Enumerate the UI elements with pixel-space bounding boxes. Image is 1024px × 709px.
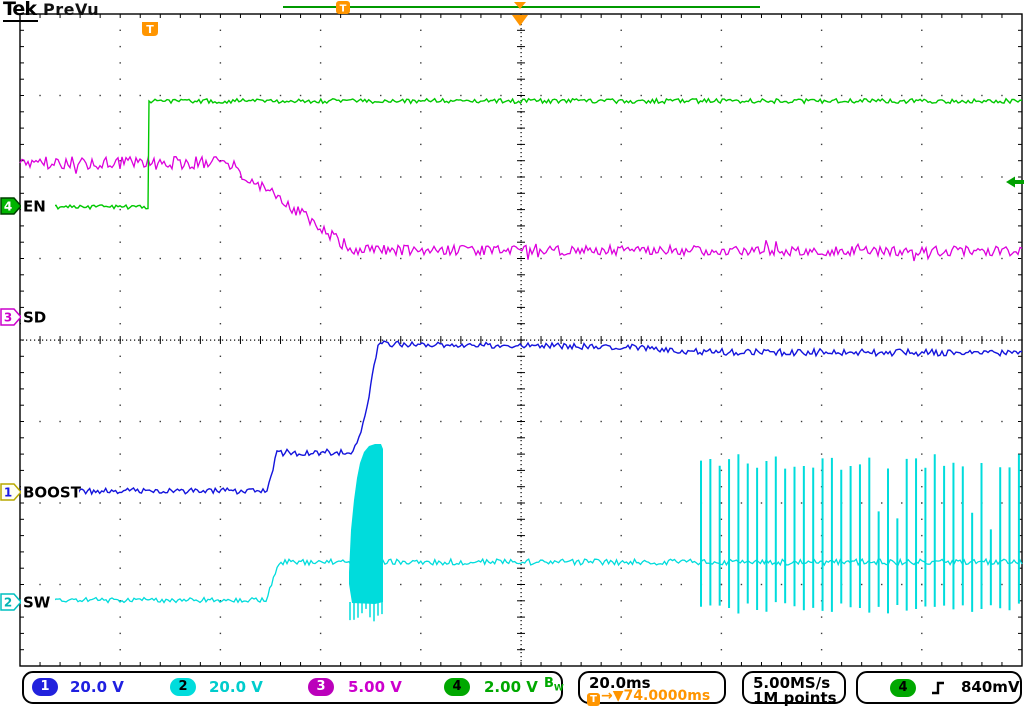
trigger-t-icon: T — [587, 693, 600, 706]
rising-edge-icon — [930, 679, 948, 697]
waveform-label-en: EN — [23, 198, 46, 216]
delay-arrow: → — [601, 688, 613, 704]
trigger-delay-readout: T→▼74.0000ms — [587, 688, 710, 706]
waveform-label-sw: SW — [23, 594, 51, 612]
trigger-level-value: 840mV — [961, 678, 1020, 696]
channel-1-position-tag[interactable]: 1 — [1, 484, 21, 500]
svg-text:T: T — [340, 4, 347, 15]
svg-text:4: 4 — [4, 200, 12, 214]
bw-main: B — [544, 676, 554, 691]
svg-text:2: 2 — [4, 596, 12, 610]
trigger-position-flag[interactable]: T — [142, 22, 158, 36]
channel-2-scale: 20.0 V — [209, 678, 263, 697]
waveform-label-boost: BOOST — [23, 484, 82, 502]
delay-marker-icon: ▼ — [613, 688, 624, 704]
channel-4-badge[interactable]: 4 — [444, 678, 470, 696]
record-trigger-t-icon[interactable]: T — [336, 1, 350, 15]
svg-text:T: T — [146, 23, 154, 36]
channel-4-scale: 2.00 V — [484, 678, 538, 697]
channel-2-position-tag[interactable]: 2 — [1, 594, 21, 610]
channel-3-position-tag[interactable]: 3 — [1, 309, 21, 325]
sw-burst-undershoot-spikes — [350, 602, 382, 621]
sw-startup-burst — [349, 444, 383, 604]
center-crosshairs — [20, 14, 1022, 666]
channel-scale-readouts[interactable]: 1 20.0 V 2 20.0 V 3 5.00 V 4 2.00 V BW — [22, 671, 563, 704]
trigger-source-badge: 4 — [890, 679, 916, 697]
sw-pulse-train — [701, 454, 1019, 613]
trigger-readout[interactable]: 4 840mV — [856, 671, 1022, 704]
header: Tek PreVu — [3, 0, 99, 20]
status-bar: 1 20.0 V 2 20.0 V 3 5.00 V 4 2.00 V BW 2… — [0, 669, 1024, 709]
acquisition-mode-label: PreVu — [43, 0, 99, 19]
channel-3-badge[interactable]: 3 — [308, 678, 334, 696]
delay-value: 74.0000ms — [624, 688, 711, 704]
channel-4-position-tag[interactable]: 4 — [1, 198, 21, 214]
channel-3-scale: 5.00 V — [348, 678, 402, 697]
acquisition-readout[interactable]: 5.00MS/s 1M points — [742, 671, 846, 704]
tek-logo: Tek — [3, 0, 38, 22]
waveform-label-sd: SD — [23, 309, 46, 327]
bw-sub: W — [554, 684, 564, 694]
graticule-dots — [39, 30, 1022, 667]
svg-text:1: 1 — [4, 486, 12, 500]
expansion-point-triangle-icon[interactable] — [512, 15, 528, 26]
svg-text:3: 3 — [4, 311, 12, 325]
record-length: 1M points — [753, 689, 837, 707]
oscilloscope-screen: Tek PreVu 4 EN 3 SD 1 BOOST 2 SW T T 1 20.0 V 2 20… — [0, 0, 1024, 709]
channel-1-scale: 20.0 V — [70, 678, 124, 697]
bandwidth-limit-badge: BW — [544, 676, 564, 694]
waveform-display: 4 EN 3 SD 1 BOOST 2 SW T T — [0, 0, 1024, 709]
channel-1-badge[interactable]: 1 — [32, 678, 58, 696]
channel-2-badge[interactable]: 2 — [170, 678, 196, 696]
horizontal-readout[interactable]: 20.0ms T→▼74.0000ms — [578, 671, 726, 704]
